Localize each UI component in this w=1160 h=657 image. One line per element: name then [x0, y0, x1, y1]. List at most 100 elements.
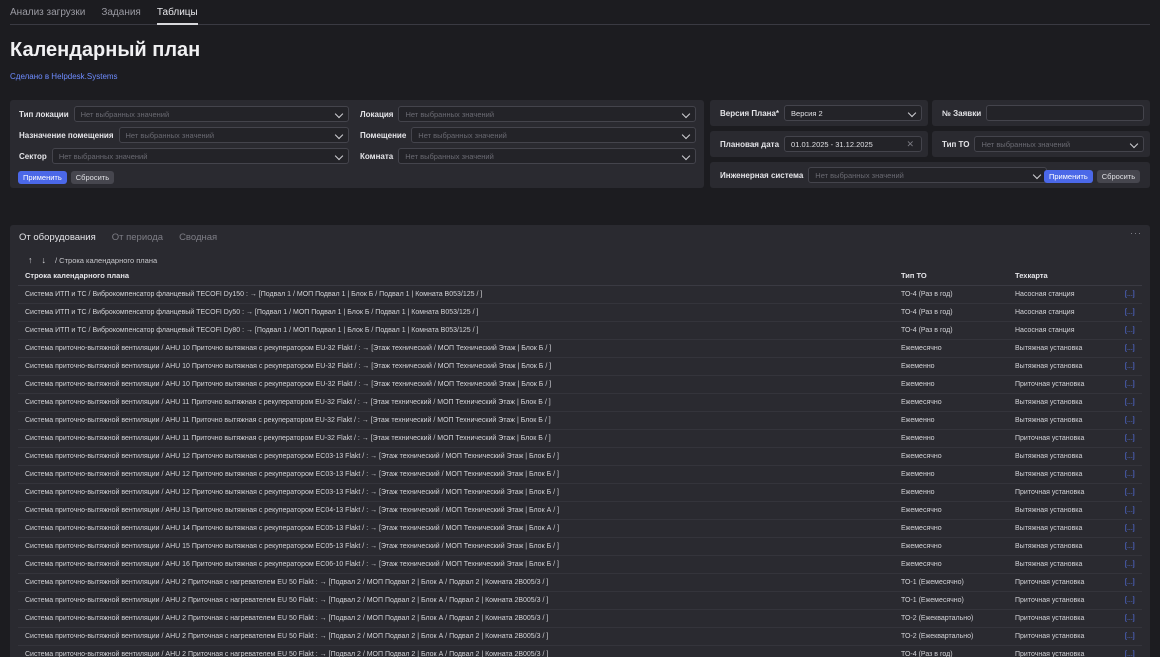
tab-summary[interactable]: Сводная [179, 232, 217, 243]
sort-asc-icon[interactable]: ↑ [28, 255, 33, 265]
table-cell: Приточная установка [1008, 591, 1118, 610]
row-details-link[interactable]: [...] [1118, 645, 1142, 657]
reset-button[interactable]: Сбросить [70, 170, 115, 184]
sort-bar: ↑ ↓ / Строка календарного плана [28, 255, 157, 265]
table-tabs: От оборудования От периода Сводная [19, 232, 217, 243]
more-options-icon[interactable]: ··· [1130, 228, 1142, 238]
table-row[interactable]: Система приточно-вытяжной вентиляции / A… [18, 627, 1142, 646]
table-row[interactable]: Система приточно-вытяжной вентиляции / A… [18, 375, 1142, 394]
calendar-table: Строка календарного плана Тип ТО Техкарт… [18, 267, 1142, 657]
row-details-link[interactable]: [...] [1118, 501, 1142, 520]
location-select[interactable]: Нет выбранных значений [398, 106, 696, 122]
table-row[interactable]: Система приточно-вытяжной вентиляции / A… [18, 411, 1142, 430]
to-type-select[interactable]: Нет выбранных значений [974, 136, 1144, 152]
apply-button[interactable]: Применить [1044, 169, 1093, 183]
row-details-link[interactable]: [...] [1118, 483, 1142, 502]
row-details-link[interactable]: [...] [1118, 519, 1142, 538]
table-cell: Система приточно-вытяжной вентиляции / A… [18, 393, 894, 412]
table-row[interactable]: Система ИТП и ТС / Виброкомпенсатор флан… [18, 303, 1142, 322]
table-cell: Вытяжная установка [1008, 465, 1118, 484]
column-header[interactable]: Строка календарного плана [18, 267, 894, 286]
location-type-select[interactable]: Нет выбранных значений [73, 106, 349, 122]
planned-date-input[interactable]: 01.01.2025 - 31.12.2025 ✕ [784, 136, 922, 152]
table-cell: Система приточно-вытяжной вентиляции / A… [18, 555, 894, 574]
table-cell: Ежеменно [894, 357, 1008, 376]
table-cell: Приточная установка [1008, 609, 1118, 628]
chevron-down-icon [681, 130, 691, 140]
page-title: Календарный план [10, 39, 201, 61]
row-details-link[interactable]: [...] [1118, 303, 1142, 322]
table-row[interactable]: Система приточно-вытяжной вентиляции / A… [18, 591, 1142, 610]
row-details-link[interactable]: [...] [1118, 537, 1142, 556]
table-row[interactable]: Система приточно-вытяжной вентиляции / A… [18, 339, 1142, 358]
table-cell: Система приточно-вытяжной вентиляции / A… [18, 465, 894, 484]
location-label: Локация [360, 109, 394, 119]
table-row[interactable]: Система ИТП и ТС / Виброкомпенсатор флан… [18, 321, 1142, 340]
eng-system-select[interactable]: Нет выбранных значений [808, 167, 1047, 183]
table-cell: Вытяжная установка [1008, 537, 1118, 556]
table-row[interactable]: Система приточно-вытяжной вентиляции / A… [18, 447, 1142, 466]
table-cell: Вытяжная установка [1008, 447, 1118, 466]
table-cell: ТО-2 (Ежеквартально) [894, 609, 1008, 628]
table-row[interactable]: Система приточно-вытяжной вентиляции / A… [18, 483, 1142, 502]
room-purpose-select[interactable]: Нет выбранных значений [118, 127, 349, 143]
premise-select[interactable]: Нет выбранных значений [411, 127, 696, 143]
row-details-link[interactable]: [...] [1118, 609, 1142, 628]
table-cell: Система ИТП и ТС / Виброкомпенсатор флан… [18, 321, 894, 340]
table-row[interactable]: Система приточно-вытяжной вентиляции / A… [18, 555, 1142, 574]
apply-button[interactable]: Применить [18, 170, 67, 184]
table-row[interactable]: Система приточно-вытяжной вентиляции / A… [18, 573, 1142, 592]
sector-select[interactable]: Нет выбранных значений [51, 148, 349, 164]
column-header[interactable]: Техкарта [1008, 267, 1118, 286]
table-cell: Насосная станция [1008, 321, 1118, 340]
table-row[interactable]: Система приточно-вытяжной вентиляции / A… [18, 393, 1142, 412]
row-details-link[interactable]: [...] [1118, 573, 1142, 592]
tab-by-period[interactable]: От периода [112, 232, 163, 243]
row-details-link[interactable]: [...] [1118, 285, 1142, 304]
row-details-link[interactable]: [...] [1118, 321, 1142, 340]
sort-desc-icon[interactable]: ↓ [42, 255, 47, 265]
table-row[interactable]: Система приточно-вытяжной вентиляции / A… [18, 465, 1142, 484]
clear-icon[interactable]: ✕ [906, 139, 914, 150]
table-row[interactable]: Система приточно-вытяжной вентиляции / A… [18, 429, 1142, 448]
table-row[interactable]: Система приточно-вытяжной вентиляции / A… [18, 519, 1142, 538]
row-details-link[interactable]: [...] [1118, 465, 1142, 484]
table-row[interactable]: Система ИТП и ТС / Виброкомпенсатор флан… [18, 285, 1142, 304]
table-row[interactable]: Система приточно-вытяжной вентиляции / A… [18, 609, 1142, 628]
table-row[interactable]: Система приточно-вытяжной вентиляции / A… [18, 357, 1142, 376]
tab-tables[interactable]: Таблицы [156, 0, 198, 25]
row-details-link[interactable]: [...] [1118, 339, 1142, 358]
table-cell: Вытяжная установка [1008, 339, 1118, 358]
reset-button[interactable]: Сбросить [1096, 169, 1141, 183]
row-details-link[interactable]: [...] [1118, 447, 1142, 466]
chevron-down-icon [907, 108, 917, 118]
request-no-input[interactable] [986, 105, 1144, 121]
row-details-link[interactable]: [...] [1118, 591, 1142, 610]
table-row[interactable]: Система приточно-вытяжной вентиляции / A… [18, 501, 1142, 520]
table-cell: Ежемесячно [894, 555, 1008, 574]
plan-version-select[interactable]: Версия 2 [784, 105, 922, 121]
column-header[interactable]: Тип ТО [894, 267, 1008, 286]
sort-path: / Строка календарного плана [55, 255, 158, 265]
to-type-panel: Тип ТО Нет выбранных значений [932, 131, 1150, 157]
table-row[interactable]: Система приточно-вытяжной вентиляции / A… [18, 645, 1142, 657]
row-details-link[interactable]: [...] [1118, 375, 1142, 394]
chevron-down-icon [334, 109, 344, 119]
row-details-link[interactable]: [...] [1118, 393, 1142, 412]
tab-tasks[interactable]: Задания [101, 0, 141, 25]
table-cell: Вытяжная установка [1008, 555, 1118, 574]
tab-load-analysis[interactable]: Анализ загрузки [10, 0, 85, 25]
table-cell: Система ИТП и ТС / Виброкомпенсатор флан… [18, 285, 894, 304]
row-details-link[interactable]: [...] [1118, 429, 1142, 448]
tab-by-equipment[interactable]: От оборудования [19, 232, 96, 243]
table-cell: Система ИТП и ТС / Виброкомпенсатор флан… [18, 303, 894, 322]
row-details-link[interactable]: [...] [1118, 411, 1142, 430]
row-details-link[interactable]: [...] [1118, 555, 1142, 574]
room-select[interactable]: Нет выбранных значений [398, 148, 696, 164]
row-details-link[interactable]: [...] [1118, 627, 1142, 646]
table-row[interactable]: Система приточно-вытяжной вентиляции / A… [18, 537, 1142, 556]
table-cell: Приточная установка [1008, 573, 1118, 592]
chevron-down-icon [1032, 170, 1042, 180]
row-details-link[interactable]: [...] [1118, 357, 1142, 376]
credit-link[interactable]: Сделано в Helpdesk.Systems [10, 72, 118, 81]
